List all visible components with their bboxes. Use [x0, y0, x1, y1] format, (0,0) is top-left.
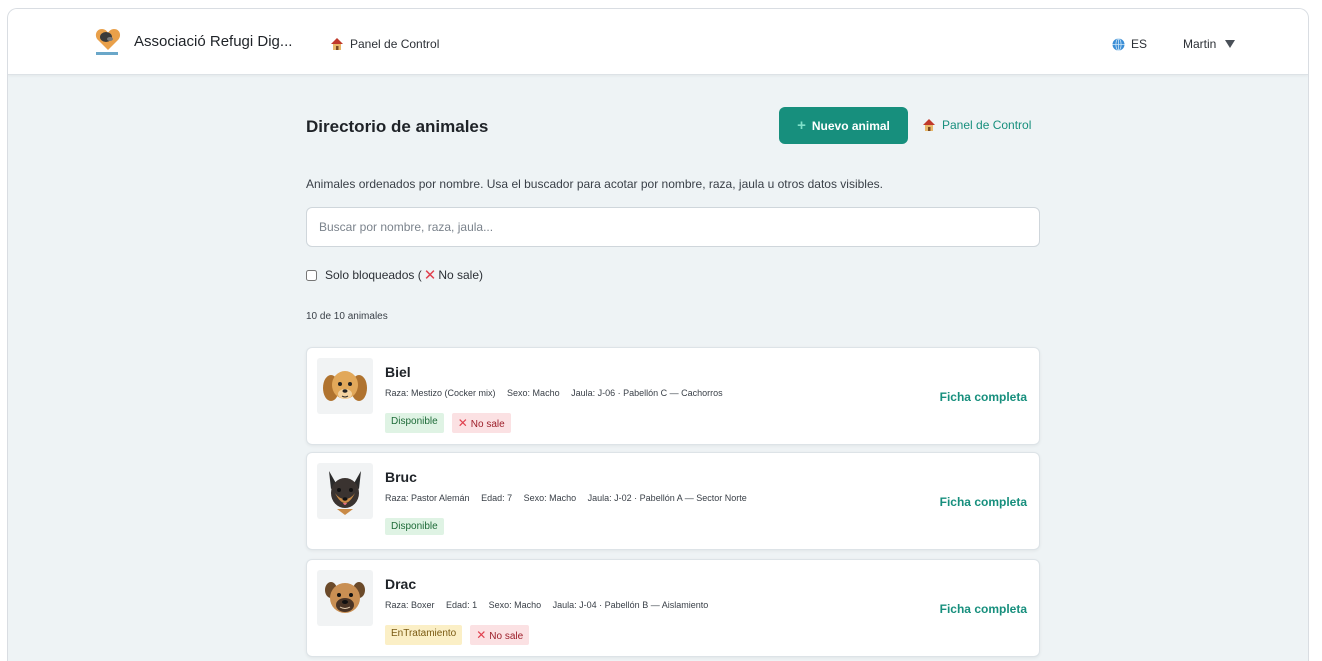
animal-sex: Sexo: Macho: [507, 388, 560, 398]
house-icon: [923, 119, 935, 131]
animal-breed: Raza: Mestizo (Cocker mix): [385, 388, 496, 398]
shelter-logo-icon: [95, 29, 121, 55]
filter-label-prefix: Solo bloqueados (: [325, 268, 422, 282]
animal-name: Drac: [385, 576, 417, 592]
page-title: Directorio de animales: [306, 117, 489, 136]
animal-age: Edad: 7: [481, 493, 513, 503]
app-window: Associació Refugi Dig... Panel de Contro…: [7, 8, 1309, 661]
animal-age: Edad: 1: [446, 600, 478, 610]
german-shepherd-icon: [317, 463, 373, 519]
blocked-only-filter[interactable]: Solo bloqueados ( ✕ No sale): [306, 266, 483, 284]
animal-details: Raza: Mestizo (Cocker mix) Sexo: Macho J…: [385, 388, 732, 398]
user-menu[interactable]: Martin: [1183, 37, 1236, 51]
full-record-link[interactable]: Ficha completa: [940, 495, 1027, 509]
page-description: Animales ordenados por nombre. Usa el bu…: [306, 177, 883, 191]
no-sale-badge: ✕ No sale: [470, 625, 530, 645]
plus-icon: +: [797, 117, 806, 134]
cross-mark-icon: ✕: [423, 267, 437, 284]
animal-name: Biel: [385, 364, 411, 380]
animal-name: Bruc: [385, 469, 417, 485]
new-animal-button[interactable]: + Nuevo animal: [779, 107, 908, 144]
animal-breed: Raza: Pastor Alemán: [385, 493, 470, 503]
animal-card: Bruc Raza: Pastor Alemán Edad: 7 Sexo: M…: [306, 452, 1040, 550]
animal-details: Raza: Boxer Edad: 1 Sexo: Macho Jaula: J…: [385, 600, 717, 610]
animal-badges: Disponible: [385, 518, 452, 535]
panel-de-control-link[interactable]: Panel de Control: [922, 118, 1031, 132]
new-animal-label: Nuevo animal: [811, 118, 890, 133]
language-selector[interactable]: ES: [1112, 37, 1147, 51]
cocker-dog-icon: [317, 358, 373, 414]
animal-badges: Disponible ✕ No sale: [385, 413, 519, 433]
globe-icon: [1112, 37, 1125, 51]
animal-details: Raza: Pastor Alemán Edad: 7 Sexo: Macho …: [385, 493, 756, 503]
status-badge: EnTratamiento: [385, 625, 463, 645]
animal-cage: Jaula: J-02 · Pabellón A — Sector Norte: [587, 493, 747, 503]
house-icon: [331, 38, 343, 50]
filter-label-suffix: No sale): [438, 268, 484, 282]
nav-panel-label: Panel de Control: [350, 37, 440, 51]
boxer-dog-icon: [317, 570, 373, 626]
full-record-link[interactable]: Ficha completa: [940, 390, 1027, 404]
animal-badges: EnTratamiento ✕ No sale: [385, 625, 537, 645]
search-input[interactable]: [306, 207, 1040, 247]
full-record-link[interactable]: Ficha completa: [940, 602, 1027, 616]
page-header: Directorio de animales + Nuevo animal Pa…: [306, 107, 1040, 144]
animal-sex: Sexo: Macho: [523, 493, 577, 503]
chevron-down-icon: [1225, 40, 1236, 48]
cross-mark-icon: ✕: [476, 628, 487, 642]
brand[interactable]: Associació Refugi Dig...: [94, 26, 292, 56]
animal-cage: Jaula: J-06 · Pabellón C — Cachorros: [571, 388, 723, 398]
animal-sex: Sexo: Macho: [488, 600, 542, 610]
main-content: Directorio de animales + Nuevo animal Pa…: [306, 107, 1040, 657]
cross-mark-icon: ✕: [457, 416, 468, 430]
user-name: Martin: [1183, 37, 1217, 51]
no-sale-label: No sale: [489, 631, 524, 642]
animal-card: Drac Raza: Boxer Edad: 1 Sexo: Macho Jau…: [306, 559, 1040, 657]
result-count: 10 de 10 animales: [306, 311, 388, 322]
language-code: ES: [1131, 37, 1148, 51]
panel-link-label: Panel de Control: [942, 118, 1032, 132]
status-badge: Disponible: [385, 413, 444, 433]
status-badge: Disponible: [385, 518, 444, 535]
top-navbar: Associació Refugi Dig... Panel de Contro…: [8, 9, 1308, 75]
animal-card: Biel Raza: Mestizo (Cocker mix) Sexo: Ma…: [306, 347, 1040, 445]
nav-panel-de-control[interactable]: Panel de Control: [330, 37, 439, 51]
animal-breed: Raza: Boxer: [385, 600, 435, 610]
blocked-only-checkbox[interactable]: [306, 269, 317, 281]
brand-name: Associació Refugi Dig...: [134, 32, 293, 50]
no-sale-badge: ✕ No sale: [451, 413, 511, 433]
animal-cage: Jaula: J-04 · Pabellón B — Aislamiento: [552, 600, 709, 610]
no-sale-label: No sale: [470, 419, 505, 430]
